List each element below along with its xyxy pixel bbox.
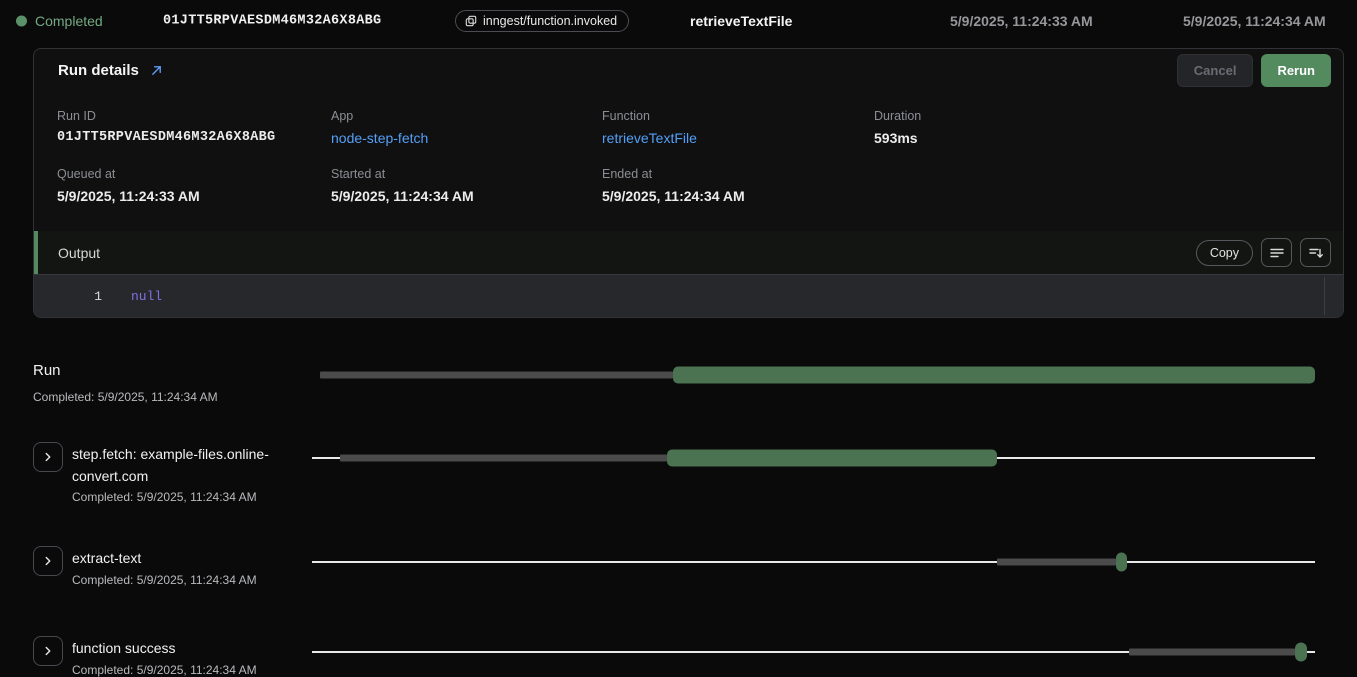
run-row-title: Run: [33, 362, 304, 379]
function-link[interactable]: retrieveTextFile: [602, 130, 874, 146]
ended-timestamp: 5/9/2025, 11:24:34 AM: [1183, 13, 1326, 29]
timeline-segment-line: [312, 561, 997, 563]
run-summary-bar: Completed 01JTT5RPVAESDM46M32A6X8ABG inn…: [0, 0, 1357, 42]
step-timeline-track: [312, 442, 1315, 474]
timeline-segment-line: [997, 457, 1315, 459]
field-duration: Duration 593ms: [874, 109, 1319, 146]
timeline-row-extract-text: extract-text Completed: 5/9/2025, 11:24:…: [33, 546, 1315, 587]
word-wrap-icon[interactable]: [1261, 238, 1292, 267]
output-section-header: Output Copy: [34, 231, 1343, 274]
chevron-right-icon: [41, 644, 55, 658]
timeline-segment-gray: [997, 559, 1116, 566]
field-label: Queued at: [57, 167, 331, 181]
timeline-segment-line: [312, 457, 340, 459]
status-label: Completed: [35, 13, 103, 29]
step-title: function success: [72, 638, 300, 660]
output-code-viewer: 1 null: [34, 274, 1343, 317]
panel-actions: Cancel Rerun: [1177, 54, 1331, 87]
step-label-area: step.fetch: example-files.online-convert…: [63, 442, 312, 504]
external-link-icon[interactable]: [150, 64, 163, 77]
field-label: Ended at: [602, 167, 874, 181]
run-details-panel: Run details Cancel Rerun Run ID 01JTT5RP…: [33, 48, 1344, 318]
field-label: Function: [602, 109, 874, 123]
trigger-event-badge[interactable]: inngest/function.invoked: [455, 10, 629, 32]
field-run-id: Run ID 01JTT5RPVAESDM46M32A6X8ABG: [57, 109, 331, 146]
field-label: App: [331, 109, 602, 123]
field-value: 5/9/2025, 11:24:34 AM: [331, 188, 602, 204]
run-id: 01JTT5RPVAESDM46M32A6X8ABG: [163, 14, 381, 29]
timeline-row-step-fetch: step.fetch: example-files.online-convert…: [33, 442, 1315, 504]
field-label: Run ID: [57, 109, 331, 123]
field-value: 5/9/2025, 11:24:34 AM: [602, 188, 874, 204]
cancel-button[interactable]: Cancel: [1177, 54, 1254, 87]
chevron-right-icon: [41, 450, 55, 464]
step-timeline-track: [312, 636, 1315, 668]
output-actions: Copy: [1196, 238, 1331, 267]
run-timeline: Run Completed: 5/9/2025, 11:24:34 AM ste…: [33, 362, 1315, 677]
timeline-segment-gray: [1129, 649, 1294, 656]
run-row-completed: Completed: 5/9/2025, 11:24:34 AM: [33, 390, 304, 404]
timeline-row-label-area: Run Completed: 5/9/2025, 11:24:34 AM: [33, 362, 320, 404]
app-link[interactable]: node-step-fetch: [331, 130, 602, 146]
timeline-segment-gray: [320, 372, 673, 379]
field-value: 5/9/2025, 11:24:33 AM: [57, 188, 331, 204]
vertical-scrollbar[interactable]: [1324, 277, 1325, 315]
queued-timestamp: 5/9/2025, 11:24:33 AM: [950, 13, 1093, 29]
run-timeline-track: [320, 362, 1315, 388]
timeline-segment-line: [312, 651, 1129, 653]
expand-step-button[interactable]: [33, 636, 63, 666]
trigger-event-label: inngest/function.invoked: [483, 14, 617, 28]
field-app: App node-step-fetch: [331, 109, 602, 146]
field-label: Started at: [331, 167, 602, 181]
timeline-segment-green: [673, 367, 1315, 384]
panel-title: Run details: [58, 62, 139, 79]
field-function: Function retrieveTextFile: [602, 109, 874, 146]
step-completed: Completed: 5/9/2025, 11:24:34 AM: [72, 663, 300, 677]
output-accent-bar: [34, 231, 38, 274]
field-value: 01JTT5RPVAESDM46M32A6X8ABG: [57, 130, 331, 145]
field-queued-at: Queued at 5/9/2025, 11:24:33 AM: [57, 167, 331, 204]
field-started-at: Started at 5/9/2025, 11:24:34 AM: [331, 167, 602, 204]
output-title: Output: [58, 245, 100, 261]
copy-output-button[interactable]: Copy: [1196, 240, 1253, 266]
step-label-area: function success Completed: 5/9/2025, 11…: [63, 636, 312, 677]
timeline-segment-gray: [340, 455, 667, 462]
timeline-segment-line: [1307, 651, 1315, 653]
status-dot-icon: [16, 16, 27, 27]
timeline-segment-dot: [1295, 643, 1307, 662]
step-title: step.fetch: example-files.online-convert…: [72, 444, 300, 487]
field-label: Duration: [874, 109, 1319, 123]
expand-step-button[interactable]: [33, 546, 63, 576]
step-timeline-track: [312, 546, 1315, 578]
field-value: 593ms: [874, 130, 1319, 146]
timeline-segment-line: [1127, 561, 1315, 563]
chevron-right-icon: [41, 554, 55, 568]
line-number: 1: [62, 289, 102, 304]
run-metadata-grid: Run ID 01JTT5RPVAESDM46M32A6X8ABG App no…: [34, 91, 1343, 231]
rerun-button[interactable]: Rerun: [1261, 54, 1331, 87]
step-title: extract-text: [72, 548, 300, 570]
panel-header: Run details Cancel Rerun: [34, 49, 1343, 91]
timeline-segment-dot: [1116, 553, 1127, 572]
step-completed: Completed: 5/9/2025, 11:24:34 AM: [72, 490, 300, 504]
step-label-area: extract-text Completed: 5/9/2025, 11:24:…: [63, 546, 312, 587]
timeline-row-run: Run Completed: 5/9/2025, 11:24:34 AM: [33, 362, 1315, 404]
step-completed: Completed: 5/9/2025, 11:24:34 AM: [72, 573, 300, 587]
timeline-segment-green: [667, 450, 997, 467]
field-ended-at: Ended at 5/9/2025, 11:24:34 AM: [602, 167, 874, 204]
expand-step-button[interactable]: [33, 442, 63, 472]
function-name: retrieveTextFile: [690, 13, 792, 29]
output-value: null: [131, 289, 162, 304]
copy-icon: [465, 15, 477, 27]
scroll-to-bottom-icon[interactable]: [1300, 238, 1331, 267]
timeline-row-function-success: function success Completed: 5/9/2025, 11…: [33, 636, 1315, 677]
